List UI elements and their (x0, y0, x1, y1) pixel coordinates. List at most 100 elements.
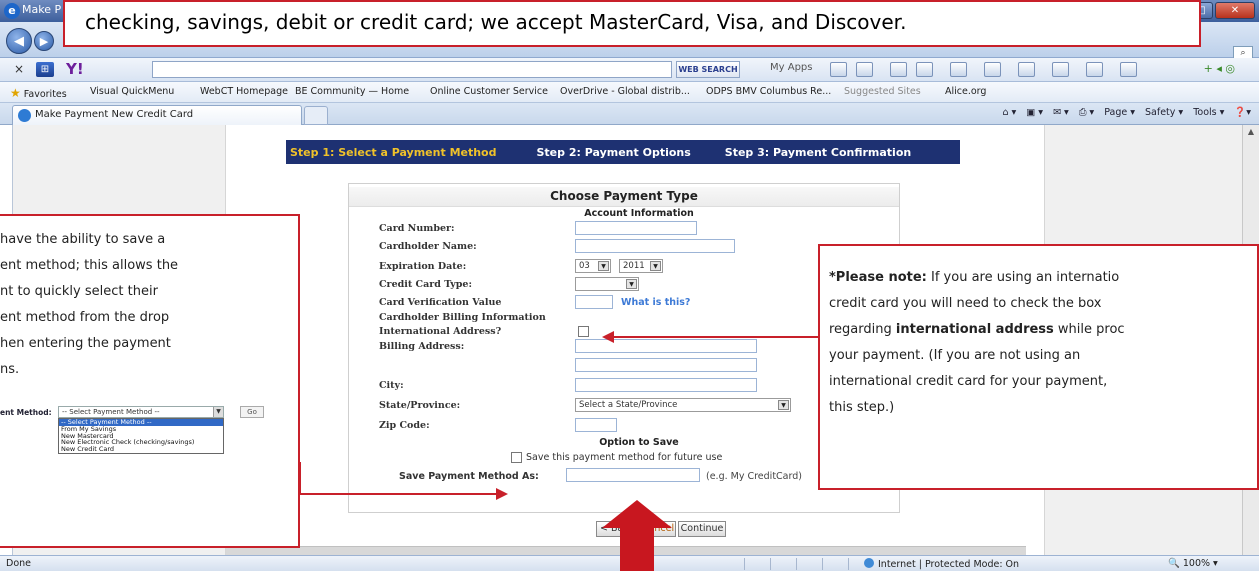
city-input[interactable] (575, 378, 757, 392)
favorite-link[interactable]: Online Customer Service (430, 86, 548, 97)
expiration-date-label: Expiration Date: (379, 261, 467, 272)
new-tab-button[interactable] (304, 106, 328, 125)
billing-info-heading: Cardholder Billing Information (379, 312, 546, 323)
globe-icon (864, 558, 874, 568)
expiration-year-select[interactable]: 2011 ▼ (619, 259, 663, 273)
toolbar-icon[interactable] (856, 62, 873, 77)
what-is-this-link[interactable]: What is this? (621, 297, 690, 308)
toolbar-search-input[interactable] (152, 61, 672, 78)
callout-text-line: international credit card for your payme… (829, 374, 1108, 389)
payment-method-options: -- Select Payment Method -- From My Savi… (58, 418, 224, 454)
zip-input[interactable] (575, 418, 617, 432)
payment-method-dropdown-example: ent Method: -- Select Payment Method -- … (0, 404, 270, 454)
card-number-input[interactable] (575, 221, 697, 235)
close-toolbar-icon[interactable]: × (14, 62, 24, 76)
continue-button[interactable]: Continue (678, 521, 726, 537)
billing-address-label: Billing Address: (379, 341, 465, 352)
toolbar-icon[interactable] (890, 62, 907, 77)
mail-icon[interactable]: ✉ ▾ (1053, 107, 1069, 118)
save-payment-checkbox[interactable] (511, 452, 522, 463)
left-callout: have the ability to save a ent method; t… (0, 214, 300, 548)
tools-menu[interactable]: Tools ▾ (1193, 107, 1224, 118)
toolbar-icon[interactable] (830, 62, 847, 77)
divider (770, 558, 771, 570)
toolbar-icon[interactable] (1086, 62, 1103, 77)
card-verification-label: Card Verification Value (379, 297, 502, 308)
safety-menu[interactable]: Safety ▾ (1145, 107, 1183, 118)
cardholder-name-label: Cardholder Name: (379, 241, 477, 252)
callout-text-line: hen entering the payment (0, 336, 171, 351)
account-info-heading: Account Information (584, 208, 694, 219)
status-text: Done (6, 558, 31, 569)
left-arrow-line (300, 493, 498, 495)
credit-card-type-select[interactable]: ▼ (575, 277, 639, 291)
security-zone[interactable]: Internet | Protected Mode: On (864, 558, 1019, 570)
step-3-label: Step 3: Payment Confirmation (724, 145, 912, 159)
favorite-link[interactable]: OverDrive - Global distrib... (560, 86, 690, 97)
favorite-link[interactable]: Suggested Sites (844, 86, 921, 97)
callout-text-line: your payment. (If you are not using an (829, 348, 1081, 363)
card-number-label: Card Number: (379, 223, 455, 234)
save-as-label: Save Payment Method As: (399, 471, 539, 482)
left-arrow-connector (299, 462, 301, 495)
toolbar-icon[interactable] (916, 62, 933, 77)
help-icon[interactable]: ❓▾ (1234, 107, 1251, 118)
left-arrow-head-icon (496, 488, 508, 500)
cardholder-name-input[interactable] (575, 239, 735, 253)
expiration-month-select[interactable]: 03 ▼ (575, 259, 611, 273)
international-address-label: International Address? (379, 326, 502, 337)
favorites-button[interactable]: ★ Favorites (10, 86, 67, 100)
favorite-link[interactable]: WebCT Homepage (200, 86, 288, 97)
favorite-link[interactable]: Alice.org (945, 86, 986, 97)
close-button[interactable]: ✕ (1215, 2, 1255, 19)
state-label: State/Province: (379, 400, 461, 411)
my-apps-button[interactable]: My Apps (770, 62, 812, 73)
billing-address-line2-input[interactable] (575, 358, 757, 372)
option-to-save-heading: Option to Save (599, 437, 679, 448)
print-icon[interactable]: ⎙ ▾ (1079, 107, 1094, 118)
save-as-input[interactable] (566, 468, 700, 482)
callout-text-line: this step.) (829, 400, 895, 415)
favorite-link[interactable]: Visual QuickMenu (90, 86, 174, 97)
toolbar-icon[interactable] (1018, 62, 1035, 77)
feeds-icon[interactable]: ▣ ▾ (1026, 107, 1043, 118)
go-button[interactable]: Go (240, 406, 264, 418)
international-address-checkbox[interactable] (578, 326, 589, 337)
web-search-button[interactable]: WEB SEARCH (676, 61, 740, 78)
star-icon: ★ (10, 86, 21, 100)
top-banner-text: checking, savings, debit or credit card;… (85, 10, 907, 34)
toolbar-plus-icon[interactable]: + ◂ ◎ (1204, 62, 1235, 75)
forward-arrow-icon[interactable]: ▶ (34, 31, 54, 51)
callout-text-line: ns. (0, 362, 20, 377)
form-title: Choose Payment Type (349, 187, 899, 207)
back-arrow-icon[interactable]: ◀ (6, 28, 32, 54)
state-select[interactable]: Select a State/Province ▼ (575, 398, 791, 412)
toolbar-icon[interactable] (1120, 62, 1137, 77)
up-arrow-shaft (620, 524, 654, 571)
callout-text-line: nt to quickly select their (0, 284, 158, 299)
card-verification-input[interactable] (575, 295, 613, 309)
dropdown-arrow-icon: ▼ (650, 261, 661, 271)
save-as-hint: (e.g. My CreditCard) (706, 471, 802, 482)
favorite-link[interactable]: ODPS BMV Columbus Re... (706, 86, 831, 97)
yahoo-logo-icon[interactable]: Y! (66, 60, 84, 78)
yahoo-toolbar: × ⊞ Y! WEB SEARCH My Apps + ◂ ◎ (0, 58, 1259, 82)
zoom-level[interactable]: 🔍 100% ▾ (1168, 558, 1218, 569)
payment-method-select[interactable]: -- Select Payment Method -- ▼ (58, 406, 224, 418)
save-payment-checkbox-label: Save this payment method for future use (526, 452, 723, 463)
tab-make-payment[interactable]: Make Payment New Credit Card (12, 105, 302, 125)
list-item[interactable]: New Credit Card (59, 446, 223, 453)
scroll-up-arrow-icon[interactable]: ▲ (1245, 127, 1257, 139)
toolbar-icon[interactable] (950, 62, 967, 77)
home-icon[interactable]: ⌂ ▾ (1002, 107, 1016, 118)
callout-text-line: have the ability to save a (0, 232, 166, 247)
windows-logo-icon[interactable]: ⊞ (36, 62, 54, 77)
toolbar-icon[interactable] (984, 62, 1001, 77)
favorites-bar: ★ Favorites Visual QuickMenu WebCT Homep… (0, 82, 1259, 103)
right-arrow-line (612, 336, 819, 338)
toolbar-icon[interactable] (1052, 62, 1069, 77)
credit-card-type-label: Credit Card Type: (379, 279, 472, 290)
dropdown-arrow-icon: ▼ (778, 400, 789, 410)
favorite-link[interactable]: BE Community — Home (295, 86, 409, 97)
page-menu[interactable]: Page ▾ (1104, 107, 1135, 118)
